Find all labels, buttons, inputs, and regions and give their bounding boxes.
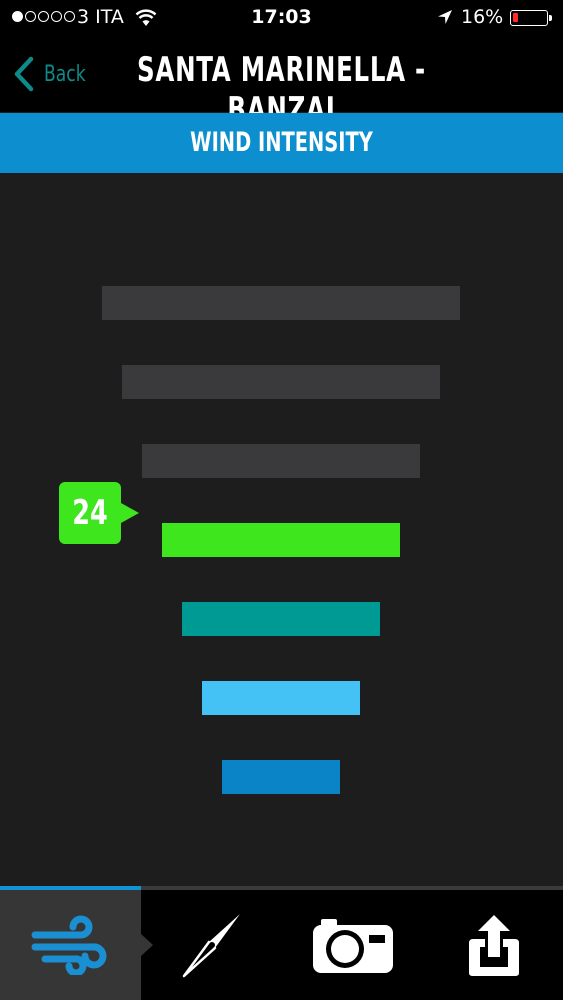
wind-icon [31,915,106,975]
wind-intensity-scale: 24 [0,173,563,886]
current-wind-badge: 24 [59,482,139,544]
battery-level-fill [513,13,518,22]
battery-icon [510,10,552,26]
battery-percent: 16% [461,6,504,28]
location-arrow-icon [438,10,452,24]
wind-level-bar [222,760,340,794]
wind-level-bar [142,444,420,478]
tab-camera[interactable] [282,890,423,1000]
status-bar: 3 ITA 17:03 16% [0,0,563,36]
share-icon [468,915,519,976]
tab-compass[interactable] [141,890,282,1000]
tab-wind[interactable] [0,890,153,1000]
compass-icon [182,914,240,978]
wind-level-bar [122,365,440,399]
camera-icon [312,919,393,973]
wind-level-bar [102,286,460,320]
chevron-left-icon [14,56,34,92]
tab-share[interactable] [423,890,563,1000]
wind-level-bar-active [162,523,400,557]
section-header: WIND INTENSITY [0,113,563,173]
wind-level-bar [182,602,380,636]
nav-bar: Back SANTA MARINELLA - BANZAI [0,36,563,130]
section-title: WIND INTENSITY [190,127,373,158]
current-wind-value: 24 [72,493,108,533]
wind-level-bar [202,681,360,715]
tab-bar [0,886,563,1000]
